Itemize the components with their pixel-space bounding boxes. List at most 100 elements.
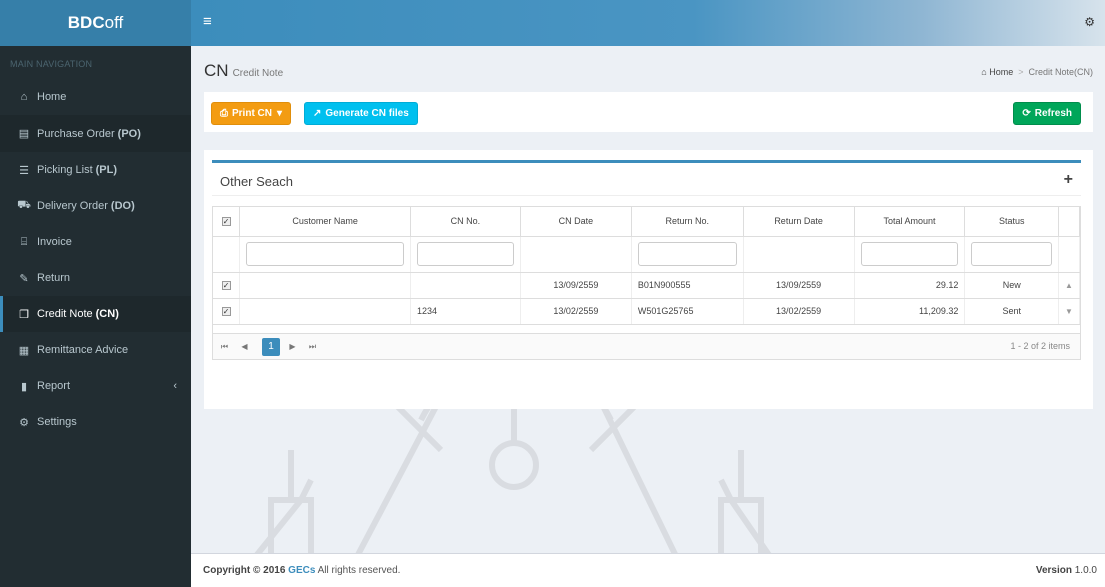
truck-icon: ⛟ (17, 199, 31, 211)
generate-cn-files-label: Generate CN files (325, 108, 409, 119)
customer-name-cell (239, 272, 412, 299)
sidebar-item-label: Report (37, 380, 71, 392)
return-no-cell: W501G25765 (631, 298, 744, 325)
breadcrumb-separator: > (1018, 67, 1024, 77)
column-header[interactable]: Return Date (743, 207, 855, 237)
prev-page-icon[interactable]: ◀ (237, 339, 252, 354)
breadcrumb: ⌂ Home > Credit Note(CN) (981, 67, 1093, 77)
sidebar-item-report[interactable]: ▮ Report ‹ (0, 368, 191, 404)
version-number: 1.0.0 (1074, 565, 1097, 576)
top-navbar: ≡ ⚙ (191, 0, 1105, 46)
return-no-cell: B01N900555 (631, 272, 744, 299)
pager-info: 1 - 2 of 2 items (1010, 341, 1070, 351)
sidebar-item-picking-list[interactable]: ☰ Picking List (PL) (0, 152, 191, 188)
scroll-down-icon[interactable]: ▼ (1058, 298, 1080, 325)
sidebar-item-delivery-order[interactable]: ⛟ Delivery Order (DO) (0, 188, 191, 224)
last-page-icon[interactable]: ⏭ (305, 339, 320, 354)
sidebar-item-home[interactable]: ⌂ Home (0, 79, 191, 115)
company-link[interactable]: GECs (288, 565, 315, 576)
cn-no-cell: 1234 (410, 298, 521, 325)
sidebar-item-label: Return (37, 272, 71, 284)
home-icon: ⌂ (20, 91, 28, 103)
column-header[interactable]: CN No. (410, 207, 521, 237)
rights-text: All rights reserved. (315, 565, 401, 576)
main-content: CN Credit Note ⌂ Home > Credit Note(CN) ⎙ P… (191, 46, 1105, 553)
sidebar-item-label: Remittance Advice (37, 344, 129, 356)
sidebar-item-return[interactable]: ✎ Return (0, 260, 191, 296)
row-checkbox[interactable]: ✓ (221, 281, 231, 290)
chevron-left-icon: ‹ (173, 380, 177, 392)
status-filter[interactable] (971, 242, 1053, 266)
column-header[interactable]: Return No. (631, 207, 744, 237)
edit-icon: ✎ (19, 272, 29, 285)
version: Version 1.0.0 (1036, 565, 1097, 576)
bank-icon: ⌸ (20, 235, 28, 248)
gears-icon[interactable]: ⚙ (1084, 15, 1095, 29)
footer: Copyright © 2016 GECs All rights reserve… (191, 553, 1105, 587)
caret-down-icon: ▾ (277, 108, 283, 119)
total-amount-cell: 29.12 (854, 272, 966, 299)
sidebar-item-remittance-advice[interactable]: ▦ Remittance Advice (0, 332, 191, 368)
column-header[interactable]: CN Date (520, 207, 632, 237)
cn-no-cell (410, 272, 521, 299)
brand-bold: BDC (67, 13, 105, 32)
generate-cn-files-button[interactable]: ↗ Generate CN files (304, 102, 418, 125)
version-label: Version (1035, 565, 1072, 576)
return-date-cell: 13/02/2559 (743, 298, 855, 325)
refresh-button[interactable]: ⟳ Refresh (1013, 102, 1081, 125)
filter-row (213, 236, 1080, 273)
breadcrumb-home[interactable]: Home (989, 67, 1013, 77)
select-all-cell: ✓ (213, 207, 241, 237)
action-toolbar: ⎙ Print CN ▾ ↗ Generate CN files ⟳ Refre… (204, 92, 1093, 132)
sidebar-item-invoice[interactable]: ⌸ Invoice (0, 224, 191, 260)
page-subtitle: Credit Note (232, 68, 284, 79)
first-page-icon[interactable]: ⏮ (217, 339, 232, 354)
column-header[interactable]: Total Amount (854, 207, 966, 237)
page-number-button[interactable]: 1 (262, 338, 280, 356)
print-icon: ⎙ (220, 108, 228, 119)
calendar-icon: ▦ (18, 344, 30, 357)
return-no-filter[interactable] (637, 242, 737, 266)
customer-name-cell (239, 298, 412, 325)
select-all-checkbox[interactable]: ✓ (221, 217, 231, 227)
column-header[interactable]: Customer Name (239, 207, 412, 237)
cn-date-cell: 13/02/2559 (520, 298, 632, 325)
home-icon: ⌂ (981, 67, 987, 77)
total-amount-filter[interactable] (860, 242, 959, 266)
return-date-cell: 13/09/2559 (743, 272, 855, 299)
sidebar-item-purchase-order[interactable]: ▤ Purchase Order (PO) (0, 115, 191, 152)
sidebar-item-abbrev: (PO) (117, 127, 141, 140)
table-row[interactable]: ✓ 13/09/2559 B01N900555 13/09/2559 29.12… (213, 272, 1080, 299)
list-icon: ☰ (19, 164, 29, 177)
share-icon: ↗ (313, 108, 322, 119)
credit-note-table: ✓ Customer Name CN No. CN Date Return No… (213, 207, 1080, 325)
hamburger-menu-icon[interactable]: ≡ (203, 13, 212, 30)
brand-rest: off (104, 13, 124, 32)
customer-name-filter[interactable] (246, 242, 405, 266)
other-search-box[interactable]: Other Seach + (212, 160, 1081, 196)
nav-header: MAIN NAVIGATION (10, 59, 93, 69)
chart-icon: ▮ (20, 380, 28, 393)
page-title-text: CN (204, 61, 229, 80)
sidebar-item-settings[interactable]: ⚙ Settings (0, 404, 191, 440)
plus-icon[interactable]: + (1064, 171, 1073, 189)
sidebar-item-label: Invoice (37, 236, 72, 248)
brand-logo[interactable]: BDC off (0, 0, 191, 46)
table-row[interactable]: ✓ 1234 13/02/2559 W501G25765 13/02/2559 … (213, 298, 1080, 325)
cn-no-filter[interactable] (417, 242, 514, 266)
column-header[interactable]: Status (964, 207, 1060, 237)
status-cell: New (964, 272, 1060, 299)
file-icon: ▤ (18, 128, 30, 140)
sidebar: BDC off MAIN NAVIGATION ⌂ Home ▤ Purchase… (0, 0, 191, 587)
pager: ⏮ ◀ 1 ▶ ⏭ 1 - 2 of 2 items (213, 333, 1080, 359)
copyright: Copyright © 2016 GECs All rights reserve… (203, 565, 400, 576)
scroll-up-icon[interactable]: ▲ (1058, 272, 1080, 299)
print-cn-button[interactable]: ⎙ Print CN ▾ (211, 102, 292, 125)
copyright-text: Copyright © 2016 (203, 565, 289, 576)
row-checkbox[interactable]: ✓ (221, 307, 231, 316)
next-page-icon[interactable]: ▶ (285, 339, 300, 354)
content-header: CN Credit Note ⌂ Home > Credit Note(CN) (191, 46, 1105, 92)
sidebar-item-credit-note[interactable]: ❐ Credit Note (CN) (0, 296, 191, 332)
sidebar-item-label: Settings (37, 416, 77, 428)
refresh-icon: ⟳ (1022, 108, 1031, 119)
